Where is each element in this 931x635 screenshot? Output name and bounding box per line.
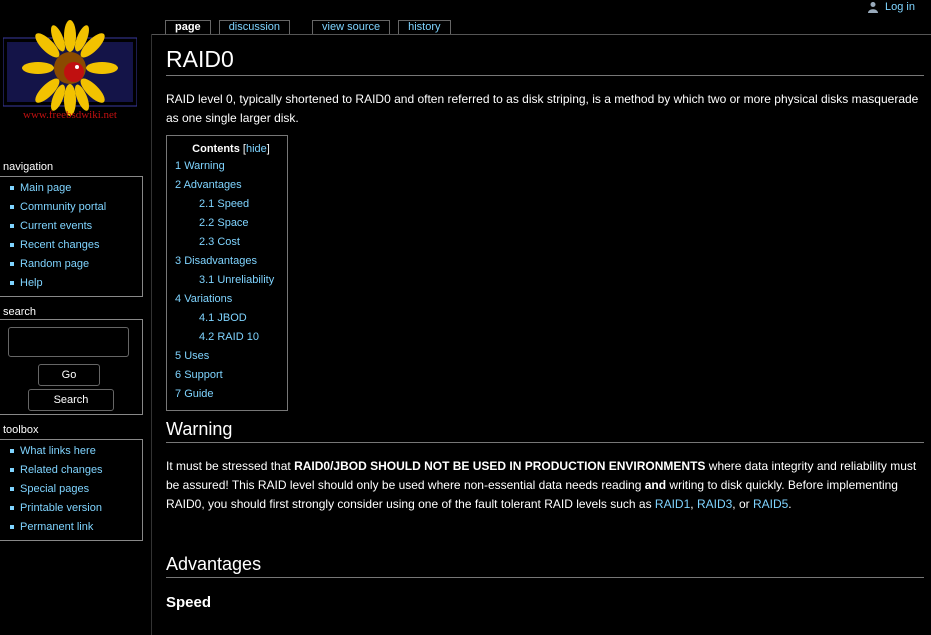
toc-entry[interactable]: 4.1 JBOD <box>175 309 287 328</box>
page-tabs: page discussion view source history <box>165 20 459 34</box>
toolbox-item-what-links-here[interactable]: What links here <box>8 442 142 461</box>
toc-entry[interactable]: 2.3 Cost <box>175 233 287 252</box>
search-input[interactable] <box>8 327 129 357</box>
nav-item-recent-changes[interactable]: Recent changes <box>8 236 142 255</box>
toc-entry[interactable]: 3.1 Unreliability <box>175 271 287 290</box>
login-link[interactable]: Log in <box>867 0 915 14</box>
toolbox-portlet: What links here Related changes Special … <box>0 439 143 541</box>
article-content: RAID0 RAID level 0, typically shortened … <box>166 40 924 611</box>
sunflower-icon <box>22 20 118 116</box>
toc-entry[interactable]: 6 Support <box>175 366 287 385</box>
search-portlet: Go Search <box>0 319 143 415</box>
tab-divider <box>151 34 931 35</box>
raid1-link[interactable]: RAID1 <box>655 497 690 511</box>
search-button[interactable]: Search <box>28 389 114 411</box>
toolbox-item-permanent-link[interactable]: Permanent link <box>8 518 142 537</box>
navigation-title: navigation <box>3 161 54 173</box>
toc-title: Contents [hide] <box>192 143 270 155</box>
toolbox-item-special-pages[interactable]: Special pages <box>8 480 142 499</box>
site-logo[interactable]: www.freebsdwiki.net <box>3 20 137 124</box>
toolbox-item-related-changes[interactable]: Related changes <box>8 461 142 480</box>
svg-text:www.freebsdwiki.net: www.freebsdwiki.net <box>23 109 117 121</box>
toc-entry[interactable]: 7 Guide <box>175 385 287 404</box>
toc-entry[interactable]: 1 Warning <box>175 157 287 176</box>
nav-item-random-page[interactable]: Random page <box>8 255 142 274</box>
search-title: search <box>3 306 37 318</box>
toc-entry[interactable]: 2 Advantages <box>175 176 287 195</box>
toolbox-item-printable-version[interactable]: Printable version <box>8 499 142 518</box>
subsection-heading-speed: Speed <box>166 594 212 611</box>
table-of-contents: Contents [hide] 1 Warning 2 Advantages 2… <box>166 135 288 411</box>
section-heading-warning: Warning <box>166 419 924 443</box>
toc-entry[interactable]: 5 Uses <box>175 347 287 366</box>
navigation-portlet: Main page Community portal Current event… <box>0 176 143 297</box>
nav-item-main-page[interactable]: Main page <box>8 179 142 198</box>
nav-item-current-events[interactable]: Current events <box>8 217 142 236</box>
user-icon <box>868 2 879 13</box>
warning-paragraph: It must be stressed that RAID0/JBOD SHOU… <box>166 459 917 511</box>
intro-paragraph: RAID level 0, typically shortened to RAI… <box>166 92 919 125</box>
toolbox-title: toolbox <box>3 424 39 436</box>
content-divider <box>151 34 152 635</box>
tab-page[interactable]: page <box>165 20 211 34</box>
toc-entry[interactable]: 2.1 Speed <box>175 195 287 214</box>
toc-entry[interactable]: 3 Disadvantages <box>175 252 287 271</box>
go-button[interactable]: Go <box>38 364 100 386</box>
toc-entry[interactable]: 4.2 RAID 10 <box>175 328 287 347</box>
tab-history[interactable]: history <box>398 20 451 34</box>
raid5-link[interactable]: RAID5 <box>753 497 788 511</box>
raid3-link[interactable]: RAID3 <box>697 497 732 511</box>
login-label[interactable]: Log in <box>885 1 915 13</box>
section-heading-advantages: Advantages <box>166 554 924 578</box>
toc-entry[interactable]: 2.2 Space <box>175 214 287 233</box>
tab-discussion[interactable]: discussion <box>218 20 291 34</box>
tab-view-source[interactable]: view source <box>312 20 391 34</box>
page-title: RAID0 <box>166 46 924 76</box>
nav-item-help[interactable]: Help <box>8 274 142 293</box>
toc-entry[interactable]: 4 Variations <box>175 290 287 309</box>
nav-item-community-portal[interactable]: Community portal <box>8 198 142 217</box>
toc-hide-link[interactable]: hide <box>246 143 267 155</box>
